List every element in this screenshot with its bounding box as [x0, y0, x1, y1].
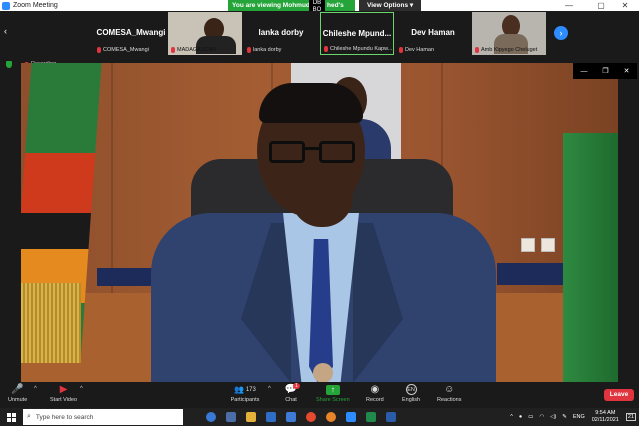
participant-tile[interactable]: COMESA_Mwangi COMESA_Mwangi	[94, 12, 168, 55]
language-indicator[interactable]: ENG	[573, 414, 585, 420]
mail-icon[interactable]	[266, 412, 276, 422]
leave-button[interactable]: Leave	[604, 389, 634, 401]
shared-video	[21, 63, 618, 382]
participants-caret[interactable]: ^	[268, 386, 271, 392]
video-options-caret[interactable]: ^	[80, 386, 83, 392]
record-button[interactable]: ◉ Record	[366, 384, 384, 403]
store-icon[interactable]	[286, 412, 296, 422]
search-icon: ⌕	[27, 413, 31, 420]
right-flag	[563, 133, 618, 382]
tray-app-icon[interactable]: ●	[519, 414, 522, 420]
start-video-button[interactable]: ▶ Start Video	[50, 384, 77, 403]
participants-button[interactable]: 👥 173 Participants	[228, 384, 262, 403]
video-off-icon: ▶	[59, 384, 68, 395]
share-screen-button[interactable]: ↑ Share Screen	[316, 384, 350, 403]
minimize-button[interactable]: —	[557, 0, 581, 11]
globe-icon: EN	[405, 384, 417, 395]
chat-button[interactable]: 💬 1 Chat	[284, 383, 300, 403]
participant-tile[interactable]: Dev Haman Dev Haman	[396, 12, 470, 55]
participant-strip: ‹ COMESA_Mwangi COMESA_Mwangi MADAGASCAR…	[0, 11, 639, 57]
mic-muted-icon: 🎤	[11, 384, 24, 395]
muted-mic-icon	[324, 46, 328, 52]
pen-icon[interactable]: ✎	[562, 414, 567, 420]
viewing-text-right: hed's screen	[325, 0, 355, 20]
close-button[interactable]: ✕	[613, 0, 637, 11]
notifications-icon[interactable]: 21	[625, 413, 636, 421]
zoom-app-icon	[2, 1, 10, 10]
participant-tile[interactable]: MADAGASCAR	[168, 12, 242, 55]
audio-options-caret[interactable]: ^	[34, 386, 37, 392]
muted-mic-icon	[475, 47, 479, 53]
video-minimize-icon[interactable]: —	[580, 68, 587, 75]
maximize-button[interactable]: ▢	[589, 0, 613, 11]
word-icon[interactable]	[386, 412, 396, 422]
excel-icon[interactable]	[366, 412, 376, 422]
participant-tile[interactable]: Chileshe Mpund... Chileshe Mpundu Kapw..…	[320, 12, 394, 55]
windows-taskbar: ⌕ Type here to search ^ ● ▭ ◠ ◁) ✎ ENG 9:…	[0, 408, 639, 426]
strip-next-icon[interactable]: ›	[554, 26, 568, 40]
muted-mic-icon	[97, 47, 101, 53]
participants-icon: 👥	[234, 385, 245, 394]
clock[interactable]: 9:54 AM 02/11/2021	[592, 410, 619, 424]
muted-mic-icon	[171, 47, 175, 53]
muted-mic-icon	[247, 47, 251, 53]
record-icon: ◉	[370, 384, 380, 395]
share-screen-icon: ↑	[325, 384, 340, 395]
firefox-icon[interactable]	[326, 412, 336, 422]
strip-prev-icon[interactable]: ‹	[4, 26, 7, 36]
smiley-icon: ☺	[444, 384, 455, 395]
edge-icon[interactable]	[206, 412, 216, 422]
video-close-icon[interactable]: ✕	[624, 67, 630, 75]
chat-badge: 1	[293, 383, 300, 389]
volume-icon[interactable]: ◁)	[550, 414, 556, 420]
system-tray: ^ ● ▭ ◠ ◁) ✎ ENG 9:54 AM 02/11/2021 21	[507, 408, 639, 426]
participant-tile[interactable]: Amb Kipyego Cheluget	[472, 12, 546, 55]
view-options-button[interactable]: View Options ▾	[359, 0, 422, 11]
chrome-icon[interactable]	[306, 412, 316, 422]
tray-chevron-icon[interactable]: ^	[510, 414, 513, 420]
window-title: Zoom Meeting	[13, 2, 58, 9]
participant-tile[interactable]: lanka dorby lanka dorby	[244, 12, 318, 55]
video-restore-icon[interactable]: ❐	[602, 67, 608, 75]
battery-icon[interactable]: ▭	[528, 414, 533, 420]
task-view-icon[interactable]	[226, 412, 236, 422]
security-shield-icon[interactable]	[6, 61, 12, 68]
unmute-button[interactable]: 🎤 Unmute	[8, 384, 27, 403]
video-window-controls: — ❐ ✕	[573, 63, 637, 79]
zoom-taskbar-icon[interactable]	[346, 412, 356, 422]
language-button[interactable]: EN English	[402, 384, 420, 403]
viewing-text-left: You are viewing Mohmud	[228, 0, 309, 11]
meeting-toolbar: 🎤 Unmute ^ ▶ Start Video ^ 👥 173 Partici…	[0, 382, 639, 408]
taskbar-search-input[interactable]: ⌕ Type here to search	[23, 409, 183, 425]
share-banner: You are viewing Mohmud DB BO hed's scree…	[228, 0, 422, 20]
file-explorer-icon[interactable]	[246, 412, 256, 422]
muted-mic-icon	[399, 47, 403, 53]
reactions-button[interactable]: ☺ Reactions	[437, 384, 461, 403]
glasses	[269, 141, 355, 163]
windows-start-icon[interactable]	[7, 412, 16, 422]
network-icon[interactable]: ◠	[539, 414, 544, 420]
